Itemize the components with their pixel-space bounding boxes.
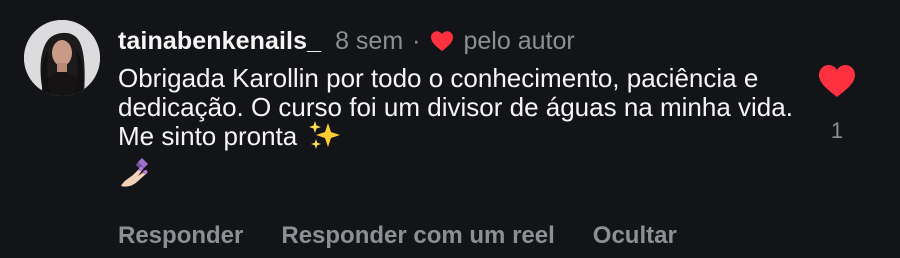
- like-heart-icon[interactable]: [818, 64, 856, 98]
- nail-polish-emoji: [121, 158, 148, 187]
- reply-with-reel-button[interactable]: Responder com um reel: [281, 220, 554, 252]
- timestamp: 8 sem: [335, 27, 404, 55]
- avatar[interactable]: [24, 20, 100, 96]
- comment-text: Obrigada Karollin por todo o conheciment…: [118, 64, 798, 188]
- reply-button[interactable]: Responder: [118, 220, 243, 252]
- heart-icon: [430, 31, 453, 51]
- like-count: 1: [830, 118, 844, 143]
- comment-header: tainabenkenails_ 8 sem · pelo autor: [118, 24, 575, 58]
- comment-text-content: Obrigada Karollin por todo o conheciment…: [118, 63, 793, 151]
- author-badge-label: pelo autor: [463, 27, 575, 55]
- username[interactable]: tainabenkenails_: [118, 24, 321, 58]
- separator-dot: ·: [412, 27, 421, 55]
- sparkles-emoji: [309, 121, 341, 150]
- avatar-image: [24, 20, 100, 96]
- hide-button[interactable]: Ocultar: [593, 220, 677, 252]
- comment-actions: Responder Responder com um reel Ocultar: [118, 220, 677, 252]
- comment: tainabenkenails_ 8 sem · pelo autor Obri…: [0, 0, 900, 258]
